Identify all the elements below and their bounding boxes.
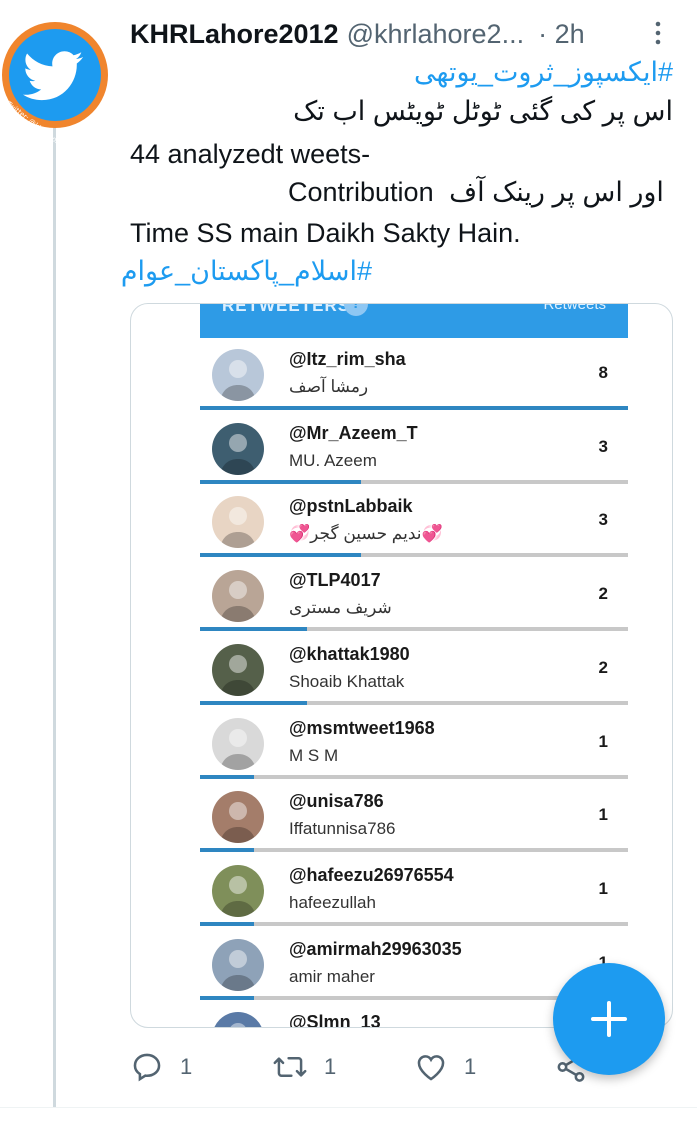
hashtag-link[interactable]: #ایکسپوز_ثروت_یوتھی <box>130 53 673 91</box>
retweeter-username: @amirmah29963035 <box>289 938 462 959</box>
heart-icon <box>417 1055 445 1081</box>
retweeter-display-name: Shoaib Khattak <box>289 671 405 691</box>
retweeter-row[interactable]: @Itz_rim_sha رمشا آصف 8 <box>200 337 628 410</box>
retweeter-avatar <box>212 643 264 696</box>
retweeter-display-name: M S M <box>289 745 339 765</box>
compose-tweet-button[interactable] <box>553 963 665 1075</box>
retweeter-username: @Itz_rim_sha <box>289 349 406 369</box>
retweeter-username: @unisa786 <box>289 791 384 812</box>
retweeter-username: @khattak1980 <box>289 643 410 664</box>
retweeters-header: RETWEETERS ? Retweets <box>200 304 628 338</box>
retweet-bar-fill <box>200 995 254 1000</box>
retweeter-display-name: amir maher <box>289 966 375 986</box>
retweeter-avatar <box>212 938 264 991</box>
retweet-icon <box>273 1057 307 1077</box>
retweeter-row[interactable]: @khattak1980 Shoaib Khattak 2 <box>200 632 628 705</box>
retweeter-avatar <box>212 496 264 549</box>
tweet-text-line: 44 analyzedt weets- <box>130 139 371 169</box>
tweet-text-part: Contribution <box>288 177 434 207</box>
retweeter-username: @Slmn_13 <box>289 1012 381 1028</box>
user-handle[interactable]: @khrlahore2... <box>347 19 525 50</box>
divider <box>0 1107 697 1108</box>
reply-count: 1 <box>180 1054 193 1079</box>
retweet-count-value: 2 <box>598 657 608 677</box>
reply-icon <box>133 1053 161 1082</box>
retweet-bar-fill <box>200 700 307 705</box>
retweet-bar-fill <box>200 774 254 779</box>
thread-line <box>53 118 56 1108</box>
retweet-bar-fill <box>200 479 361 484</box>
retweeters-label: RETWEETERS <box>222 304 351 315</box>
twitter-bird-icon <box>9 29 101 121</box>
retweeter-display-name: رمشا آصف <box>289 377 369 396</box>
retweeter-username: @msmtweet1968 <box>289 717 435 738</box>
retweet-bar-fill <box>200 921 254 926</box>
plus-icon <box>591 1001 627 1037</box>
retweeter-display-name: hafeezullah <box>289 892 376 912</box>
retweeter-display-name: 💞ندیم حسین گجر💞 <box>289 524 443 544</box>
retweeter-avatar <box>212 864 264 917</box>
tweet-time[interactable]: · 2h <box>538 19 585 50</box>
retweeter-avatar <box>212 717 264 770</box>
retweeter-display-name: شریف مستری <box>289 598 392 618</box>
retweet-bar-track <box>200 921 628 926</box>
retweet-count-value: 8 <box>598 363 608 382</box>
like-button[interactable]: 1 <box>414 1050 476 1084</box>
tweet-text-line: Contribution اور اس پر رینک آف <box>288 173 673 211</box>
retweet-count-value: 2 <box>598 584 608 604</box>
retweet-bar-fill <box>200 553 361 558</box>
retweet-count-value: 3 <box>598 436 608 456</box>
retweeter-row[interactable]: @unisa786 Iffatunnisa786 1 <box>200 779 628 853</box>
retweeter-avatar <box>212 570 264 623</box>
retweets-label: Retweets <box>543 304 606 313</box>
display-name[interactable]: KHRLahore2012 <box>130 19 339 50</box>
retweet-count-value: 1 <box>598 805 608 825</box>
retweeter-avatar <box>212 791 264 844</box>
retweeter-row[interactable]: @pstnLabbaik 💞ندیم حسین گجر💞 3 <box>200 484 628 558</box>
retweeter-username: @hafeezu26976554 <box>289 864 454 885</box>
avatar[interactable]: Twitter: @khrlahore2012 <box>2 22 108 159</box>
retweet-count-value: 1 <box>598 731 608 751</box>
retweeter-avatar <box>212 1012 264 1027</box>
reply-button[interactable]: 1 <box>130 1050 192 1084</box>
retweet-bar-track <box>200 848 628 853</box>
retweet-bar-fill <box>200 406 628 410</box>
retweet-bar-fill <box>200 627 307 632</box>
retweet-bar-track <box>200 774 628 779</box>
tweet-header: KHRLahore2012 @khrlahore2... · 2h <box>130 16 670 52</box>
tweet-actions: 1 1 1 <box>130 1050 600 1090</box>
more-options-icon[interactable] <box>648 20 668 46</box>
retweeter-avatar <box>212 349 264 401</box>
retweeter-display-name: Iffatunnisa786 <box>289 819 396 839</box>
retweet-button[interactable]: 1 <box>272 1050 336 1084</box>
tweet-text-line: Time SS main Daikh Sakty Hain. <box>130 218 521 248</box>
retweet-count: 1 <box>324 1054 337 1079</box>
retweeter-row[interactable]: @TLP4017 شریف مستری 2 <box>200 558 628 632</box>
retweeter-username: @Mr_Azeem_T <box>289 422 418 443</box>
retweeters-image-card[interactable]: RETWEETERS ? Retweets @Itz_rim_sha رمشا آ… <box>130 303 673 1028</box>
retweet-count-value: 3 <box>598 510 608 530</box>
retweet-count-value: 1 <box>598 878 608 898</box>
retweeter-row[interactable]: @Mr_Azeem_T MU. Azeem 3 <box>200 411 628 484</box>
retweeter-display-name: MU. Azeem <box>289 450 377 470</box>
tweet-text-line: اس پر کی گئی ٹوٹل ٹویٹس اب تک <box>293 96 673 126</box>
retweeter-username: @pstnLabbaik <box>289 496 413 517</box>
retweeter-username: @TLP4017 <box>289 570 381 591</box>
hashtag-link[interactable]: #اسلام_پاکستان_عوام <box>121 252 372 290</box>
like-count: 1 <box>464 1054 477 1079</box>
tweet-text-part: اور اس پر رینک آف <box>449 177 664 207</box>
retweet-bar-fill <box>200 848 254 853</box>
retweeter-avatar <box>212 422 264 475</box>
retweeter-row[interactable]: @msmtweet1968 M S M 1 <box>200 706 628 779</box>
retweeter-row[interactable]: @hafeezu26976554 hafeezullah 1 <box>200 853 628 926</box>
